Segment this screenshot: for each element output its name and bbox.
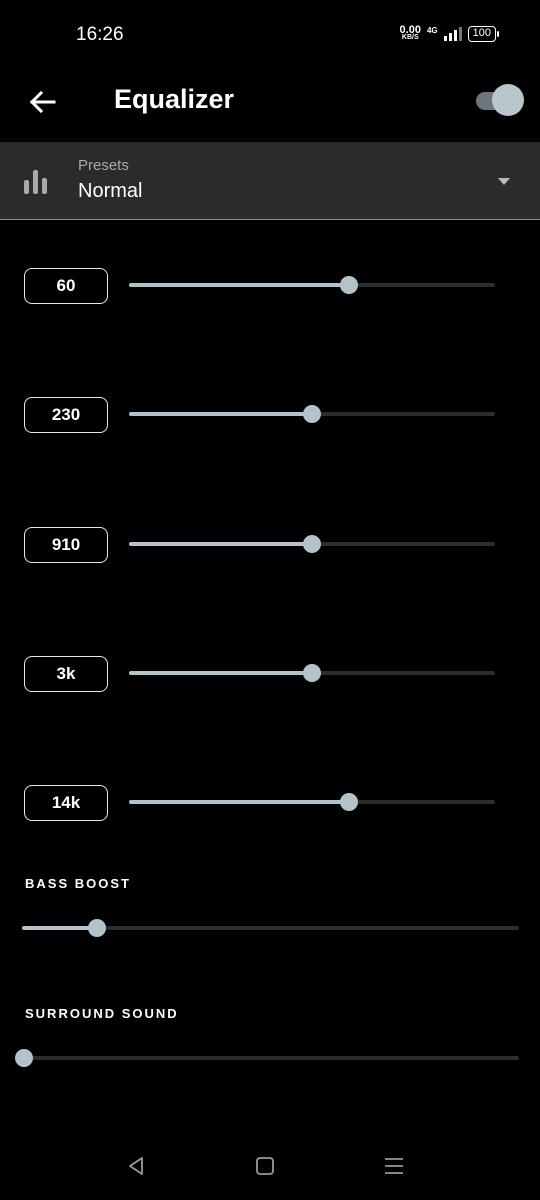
band-label: 60	[24, 268, 108, 304]
network-speed-unit: KB/S	[401, 34, 419, 41]
status-bar: 16:26 0.00 KB/S 4G 100	[0, 0, 540, 72]
toggle-thumb	[492, 84, 524, 116]
band-label: 14k	[24, 785, 108, 821]
surround-sound-slider[interactable]	[15, 1048, 519, 1068]
equalizer-bars-icon	[24, 168, 50, 194]
bass-boost-slider[interactable]	[22, 918, 519, 938]
network-speed: 0.00 KB/S	[399, 24, 421, 42]
navigation-bar	[0, 1130, 540, 1200]
presets-dropdown[interactable]: Presets Normal	[0, 142, 540, 220]
band-slider[interactable]	[129, 275, 495, 295]
band-row: 3k	[0, 656, 540, 696]
band-slider[interactable]	[129, 792, 495, 812]
page-title: Equalizer	[114, 84, 235, 114]
app-bar: Equalizer	[0, 72, 540, 142]
slider-fill	[22, 926, 97, 930]
band-row: 230	[0, 397, 540, 437]
status-time: 16:26	[76, 24, 124, 45]
slider-knob[interactable]	[339, 793, 358, 811]
battery-level: 100	[472, 27, 491, 39]
signal-icon	[443, 27, 462, 41]
band-label: 910	[24, 527, 108, 563]
slider-fill	[129, 800, 349, 804]
back-button[interactable]	[22, 82, 62, 122]
status-icons: 0.00 KB/S 4G 100	[399, 24, 500, 42]
slider-fill	[129, 671, 312, 675]
presets-label: Presets	[78, 157, 129, 174]
slider-knob[interactable]	[87, 919, 106, 937]
slider-knob[interactable]	[303, 664, 321, 682]
band-slider[interactable]	[129, 404, 495, 424]
slider-fill	[129, 412, 312, 416]
band-label: 3k	[24, 656, 108, 692]
menu-lines-icon	[385, 1158, 403, 1174]
triangle-back-icon	[129, 1157, 143, 1175]
band-slider[interactable]	[129, 663, 495, 683]
slider-knob[interactable]	[15, 1049, 33, 1067]
nav-back-button[interactable]	[118, 1150, 154, 1182]
square-home-icon	[256, 1157, 274, 1175]
battery-icon: 100	[467, 26, 500, 42]
network-type: 4G	[426, 25, 438, 35]
nav-menu-button[interactable]	[376, 1150, 412, 1182]
slider-knob[interactable]	[339, 276, 358, 294]
nav-home-button[interactable]	[247, 1150, 283, 1182]
dropdown-arrow-icon	[498, 178, 510, 185]
surround-sound-label: SURROUND SOUND	[25, 1006, 179, 1021]
band-row: 14k	[0, 785, 540, 825]
slider-fill	[129, 283, 349, 287]
slider-rail	[24, 1056, 519, 1060]
slider-fill	[129, 542, 312, 546]
equalizer-toggle[interactable]	[474, 84, 524, 116]
bass-boost-label: BASS BOOST	[25, 876, 131, 891]
band-label: 230	[24, 397, 108, 433]
network-speed-value: 0.00	[399, 24, 421, 36]
slider-knob[interactable]	[303, 535, 321, 553]
band-row: 910	[0, 527, 540, 567]
arrow-left-icon	[29, 90, 56, 114]
slider-knob[interactable]	[303, 405, 321, 423]
band-slider[interactable]	[129, 534, 495, 554]
band-row: 60	[0, 268, 540, 308]
presets-value: Normal	[78, 180, 143, 202]
